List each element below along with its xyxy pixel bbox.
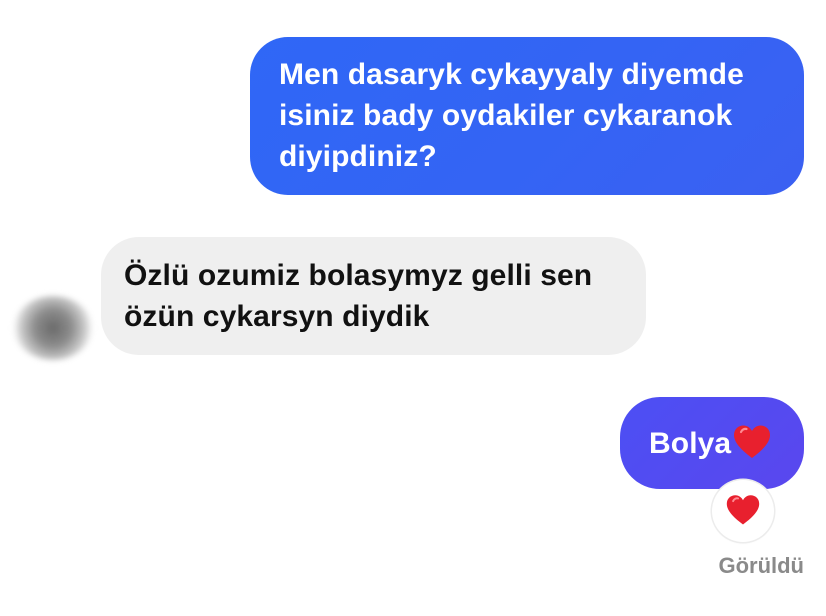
incoming-message-bubble[interactable]: Özlü ozumiz bolasymyz gelli sen özün cyk… xyxy=(101,237,646,355)
message-reaction[interactable] xyxy=(712,480,774,542)
message-text: Bolya xyxy=(649,426,732,460)
red-heart-icon xyxy=(726,495,760,525)
outgoing-message-bubble[interactable]: Men dasaryk cykayyaly diyemde isiniz bad… xyxy=(250,37,804,195)
contact-avatar[interactable] xyxy=(13,296,93,360)
red-heart-icon xyxy=(732,423,772,463)
outgoing-message-bubble[interactable]: Bolya xyxy=(620,397,804,489)
seen-status: Görüldü xyxy=(718,553,804,578)
message-thread: Men dasaryk cykayyaly diyemde isiniz bad… xyxy=(0,0,826,616)
